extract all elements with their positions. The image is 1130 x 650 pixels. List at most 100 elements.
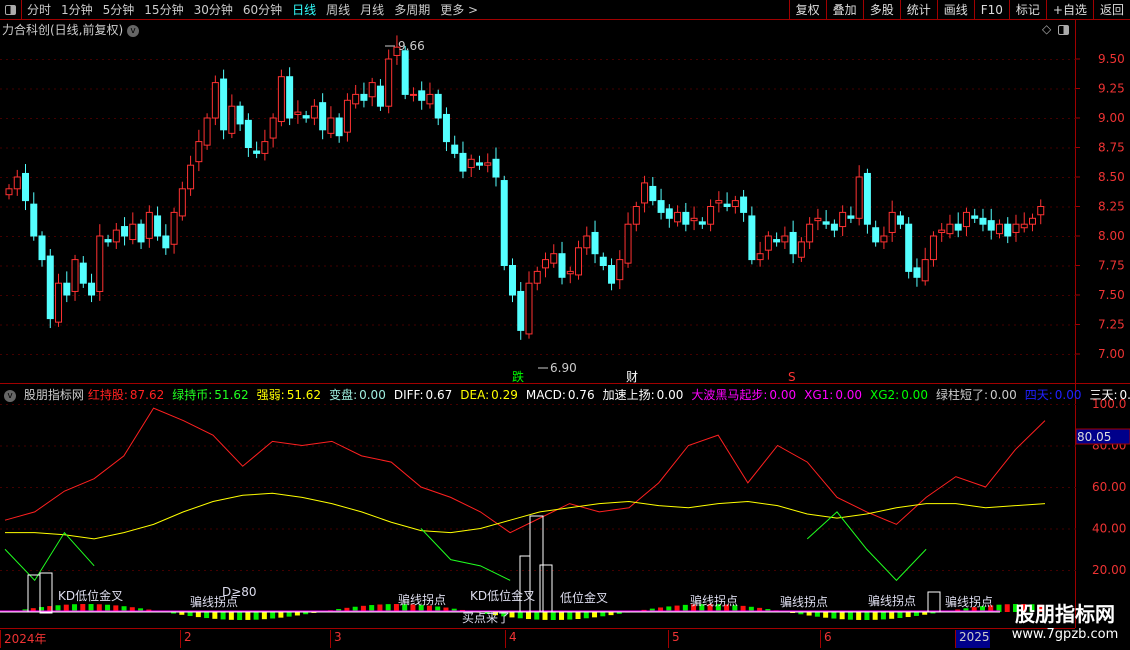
grid-dot: [624, 147, 626, 149]
grid-dot: [594, 354, 596, 355]
grid-dot: [486, 570, 488, 571]
grid-dot: [822, 177, 824, 178]
grid-dot: [768, 265, 770, 267]
grid-dot: [660, 59, 662, 60]
grid-dot: [510, 147, 512, 149]
chevron-down-icon[interactable]: v: [4, 389, 16, 402]
grid-dot: [876, 88, 878, 90]
grid-dot: [234, 487, 236, 488]
grid-dot: [126, 487, 128, 488]
grid-dot: [546, 404, 548, 405]
candle-body: [154, 215, 162, 237]
histogram-bar: [245, 612, 251, 620]
grid-dot: [924, 147, 926, 149]
grid-dot: [594, 404, 596, 405]
grid-dot: [852, 265, 854, 267]
grid-dot: [744, 147, 746, 149]
grid-dot: [396, 324, 398, 326]
grid-dot: [558, 295, 560, 296]
grid-dot: [558, 147, 560, 149]
grid-dot: [372, 295, 374, 296]
grid-dot: [114, 147, 116, 149]
grid-dot: [222, 570, 224, 571]
grid-dot: [882, 295, 884, 296]
indicator-name[interactable]: 股朋指标网: [24, 388, 84, 402]
grid-dot: [264, 324, 266, 326]
grid-dot: [792, 295, 794, 296]
chart-canvas[interactable]: 9.509.259.008.758.508.258.007.757.507.25…: [0, 0, 1130, 650]
grid-dot: [420, 354, 422, 355]
grid-dot: [198, 236, 200, 237]
grid-dot: [1056, 295, 1058, 296]
grid-dot: [690, 265, 692, 267]
signal-label: D≥80: [222, 585, 257, 599]
grid-dot: [762, 206, 764, 208]
grid-dot: [672, 445, 674, 447]
grid-dot: [432, 206, 434, 208]
grid-dot: [618, 177, 620, 178]
candle-body: [30, 203, 38, 237]
grid-dot: [774, 177, 776, 178]
grid-dot: [636, 88, 638, 90]
grid-dot: [294, 206, 296, 208]
grid-dot: [606, 177, 608, 178]
grid-dot: [300, 354, 302, 355]
grid-dot: [144, 404, 146, 405]
candle-body: [1020, 223, 1028, 229]
grid-dot: [540, 147, 542, 149]
grid-dot: [102, 324, 104, 326]
grid-dot: [906, 177, 908, 178]
price-tick-label: 7.50: [1098, 288, 1125, 302]
price-tick-label: 9.50: [1098, 52, 1125, 66]
grid-dot: [960, 206, 962, 208]
grid-dot: [828, 59, 830, 60]
grid-dot: [396, 177, 398, 178]
grid-dot: [492, 570, 494, 571]
grid-dot: [816, 295, 818, 296]
grid-dot: [24, 445, 26, 447]
grid-dot: [990, 295, 992, 296]
current-value-label: 80.05: [1077, 430, 1111, 444]
grid-dot: [780, 177, 782, 178]
candle-body: [731, 200, 739, 208]
grid-dot: [762, 147, 764, 149]
grid-dot: [42, 206, 44, 208]
grid-dot: [48, 59, 50, 60]
grid-dot: [702, 487, 704, 488]
grid-dot: [150, 295, 152, 296]
grid-dot: [840, 147, 842, 149]
grid-dot: [138, 570, 140, 571]
grid-dot: [924, 88, 926, 90]
grid-dot: [12, 295, 14, 296]
grid-dot: [312, 88, 314, 90]
grid-dot: [84, 206, 86, 208]
grid-dot: [834, 570, 836, 571]
grid-dot: [906, 404, 908, 405]
grid-dot: [846, 295, 848, 296]
grid-dot: [726, 59, 728, 60]
grid-dot: [150, 487, 152, 488]
grid-dot: [414, 354, 416, 355]
grid-dot: [882, 487, 884, 488]
grid-dot: [786, 295, 788, 296]
grid-dot: [402, 354, 404, 355]
grid-dot: [1020, 59, 1022, 60]
grid-dot: [30, 487, 32, 488]
grid-dot: [660, 177, 662, 178]
grid-dot: [822, 59, 824, 60]
grid-dot: [114, 177, 116, 178]
grid-dot: [348, 147, 350, 149]
candle-body: [979, 217, 987, 225]
grid-dot: [1008, 177, 1010, 178]
grid-dot: [648, 88, 650, 90]
grid-dot: [1002, 445, 1004, 447]
grid-dot: [444, 324, 446, 326]
grid-dot: [894, 59, 896, 60]
grid-dot: [564, 528, 566, 530]
grid-dot: [786, 324, 788, 326]
grid-dot: [666, 147, 668, 149]
grid-dot: [1050, 324, 1052, 326]
grid-dot: [264, 118, 266, 119]
grid-dot: [918, 88, 920, 90]
grid-dot: [600, 118, 602, 119]
